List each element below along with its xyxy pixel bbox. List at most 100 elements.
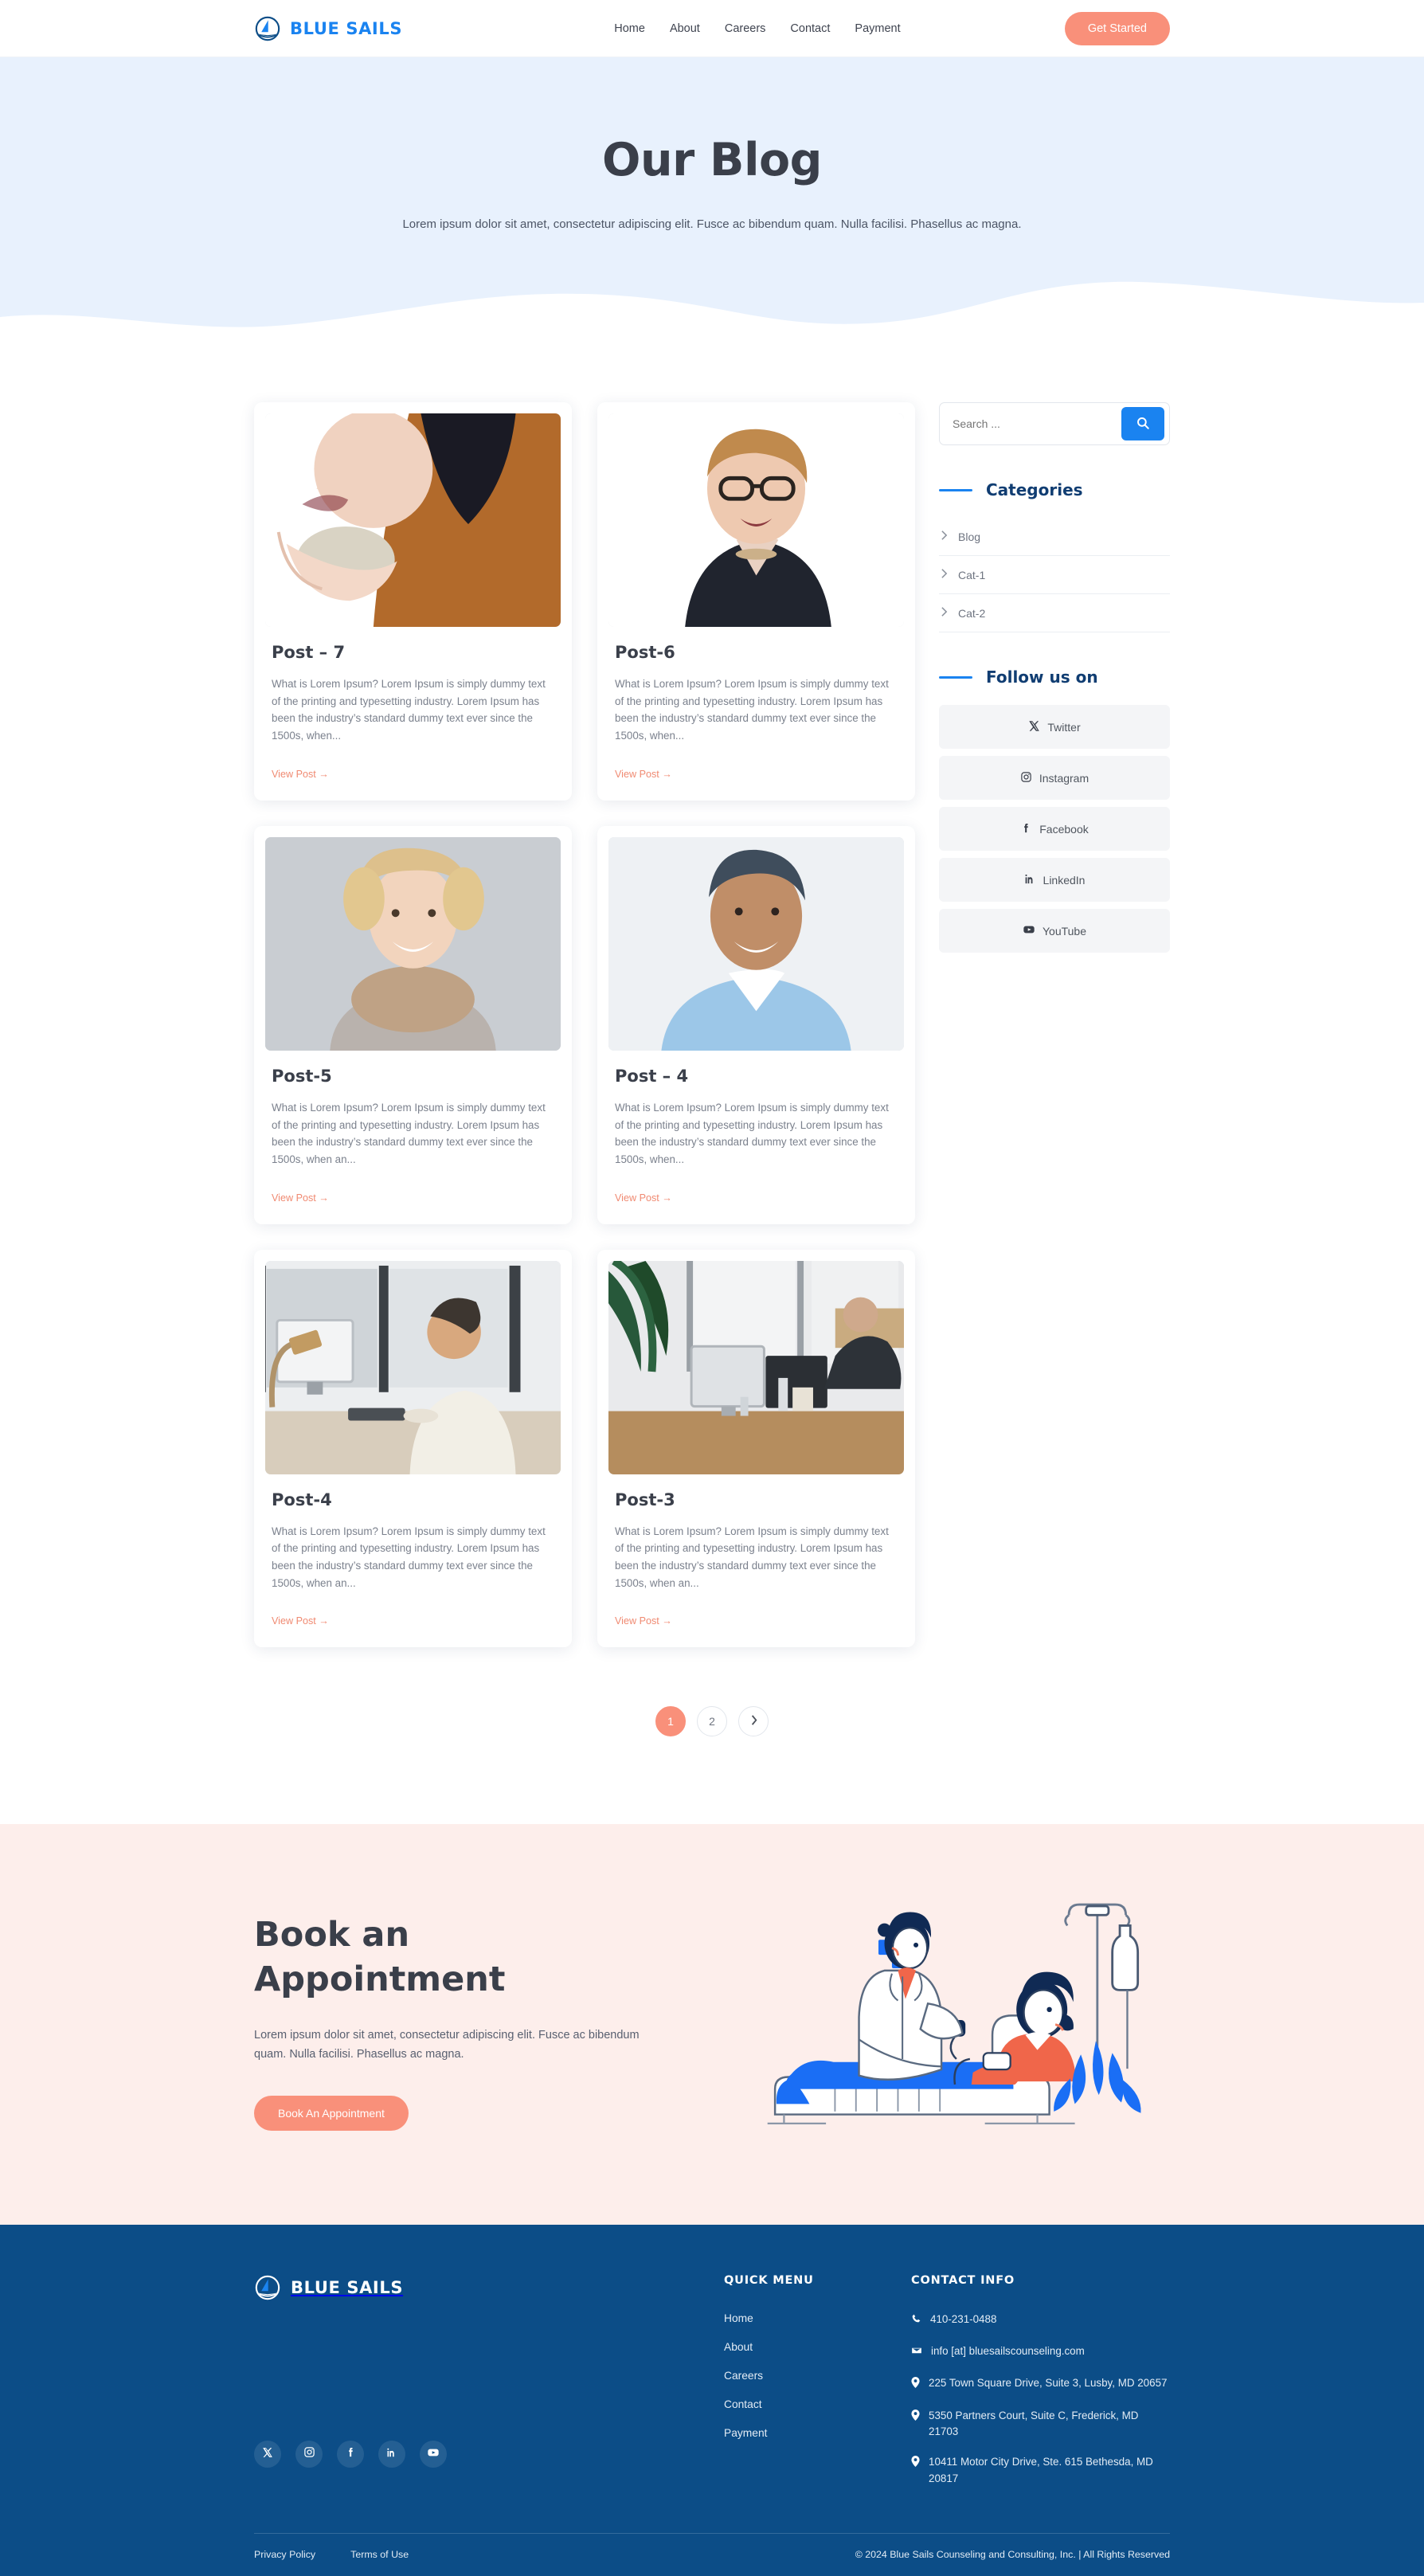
contact-address-3[interactable]: 10411 Motor City Drive, Ste. 615 Bethesd… xyxy=(911,2454,1170,2487)
contact-info-title: CONTACT INFO xyxy=(911,2274,1015,2288)
privacy-policy-link[interactable]: Privacy Policy xyxy=(254,2549,315,2560)
social-label: Instagram xyxy=(1039,771,1090,785)
x-twitter-icon xyxy=(262,2447,273,2462)
appointment-title: Book an Appointment xyxy=(254,1913,660,2002)
contact-address-1[interactable]: 225 Town Square Drive, Suite 3, Lusby, M… xyxy=(911,2375,1170,2393)
nav-item-careers[interactable]: Careers xyxy=(725,22,766,35)
facebook-icon xyxy=(1020,822,1032,836)
contact-address-2[interactable]: 5350 Partners Court, Suite C, Frederick,… xyxy=(911,2408,1170,2441)
sailboat-icon xyxy=(254,2274,281,2301)
brand-logo-link[interactable]: BLUE SAILS xyxy=(254,15,402,42)
footer-link-home[interactable]: Home xyxy=(724,2312,753,2324)
category-label: Cat-1 xyxy=(958,568,986,581)
categories-widget: Categories Blog Cat-1 Cat-2 xyxy=(939,480,1170,632)
pagination-next-button[interactable] xyxy=(738,1706,769,1737)
follow-us-title: Follow us on xyxy=(986,667,1098,687)
footer-contact-info: CONTACT INFO 410-231-0488 info [at] blue… xyxy=(911,2274,1170,2501)
post-title: Post-6 xyxy=(615,643,675,662)
terms-of-use-link[interactable]: Terms of Use xyxy=(350,2549,409,2560)
blog-post-card[interactable]: Post-5 What is Lorem Ipsum? Lorem Ipsum … xyxy=(254,825,572,1224)
post-excerpt: What is Lorem Ipsum? Lorem Ipsum is simp… xyxy=(272,678,546,742)
nav-item-home[interactable]: Home xyxy=(614,22,645,35)
social-label: Facebook xyxy=(1039,822,1089,836)
view-post-link[interactable]: View Post → xyxy=(615,1192,898,1204)
footer-social-twitter[interactable] xyxy=(254,2441,281,2468)
category-item-cat-2[interactable]: Cat-2 xyxy=(939,594,1170,632)
social-link-instagram[interactable]: Instagram xyxy=(939,756,1170,800)
social-link-youtube[interactable]: YouTube xyxy=(939,909,1170,953)
pagination-page-1[interactable]: 1 xyxy=(655,1706,686,1737)
footer-link-careers[interactable]: Careers xyxy=(724,2370,763,2382)
social-link-linkedin[interactable]: LinkedIn xyxy=(939,858,1170,902)
chevron-right-icon xyxy=(941,530,948,543)
appointment-section: Book an Appointment Lorem ipsum dolor si… xyxy=(0,1824,1424,2226)
view-post-link[interactable]: View Post → xyxy=(615,769,898,780)
social-link-facebook[interactable]: Facebook xyxy=(939,807,1170,851)
nav-item-payment[interactable]: Payment xyxy=(855,22,900,35)
footer-link-payment[interactable]: Payment xyxy=(724,2427,767,2439)
nav-item-contact[interactable]: Contact xyxy=(790,22,830,35)
category-label: Cat-2 xyxy=(958,606,986,620)
blog-post-card[interactable]: Post-4 What is Lorem Ipsum? Lorem Ipsum … xyxy=(254,1249,572,1648)
instagram-icon xyxy=(1020,771,1032,785)
nav-item-about[interactable]: About xyxy=(670,22,700,35)
post-thumbnail xyxy=(608,836,904,1051)
categories-title: Categories xyxy=(986,480,1083,499)
contact-email[interactable]: info [at] bluesailscounseling.com xyxy=(911,2343,1170,2361)
post-thumbnail xyxy=(265,836,561,1051)
post-title: Post – 4 xyxy=(615,1066,689,1086)
footer-social-linkedin[interactable] xyxy=(378,2441,405,2468)
footer-link-contact[interactable]: Contact xyxy=(724,2398,762,2410)
social-label: LinkedIn xyxy=(1043,873,1086,887)
category-item-blog[interactable]: Blog xyxy=(939,518,1170,556)
footer-social-instagram[interactable] xyxy=(295,2441,323,2468)
chevron-right-icon xyxy=(941,568,948,581)
accent-rule xyxy=(939,488,972,491)
post-excerpt: What is Lorem Ipsum? Lorem Ipsum is simp… xyxy=(272,1525,546,1589)
get-started-button[interactable]: Get Started xyxy=(1064,11,1170,45)
footer-bottom-bar: Privacy Policy Terms of Use © 2024 Blue … xyxy=(254,2533,1170,2576)
contact-phone-text: 410-231-0488 xyxy=(930,2313,997,2326)
appointment-text: Lorem ipsum dolor sit amet, consectetur … xyxy=(254,2029,640,2061)
hero-section: Our Blog Lorem ipsum dolor sit amet, con… xyxy=(0,57,1424,362)
search-button[interactable] xyxy=(1121,407,1164,440)
footer-social-links xyxy=(254,2441,724,2468)
phone-icon xyxy=(911,2312,921,2328)
page-subtitle: Lorem ipsum dolor sit amet, consectetur … xyxy=(402,217,1022,231)
chevron-right-icon xyxy=(941,606,948,620)
site-footer: BLUE SAILS QUICK MENU Home About Careers… xyxy=(0,2225,1424,2576)
appointment-illustration xyxy=(740,1893,1170,2151)
blog-post-card[interactable]: Post-6 What is Lorem Ipsum? Lorem Ipsum … xyxy=(597,402,915,801)
view-post-link[interactable]: View Post → xyxy=(272,1192,554,1204)
blog-post-card[interactable]: Post-3 What is Lorem Ipsum? Lorem Ipsum … xyxy=(597,1249,915,1648)
pagination-page-2[interactable]: 2 xyxy=(697,1706,727,1737)
blog-post-card[interactable]: Post – 4 What is Lorem Ipsum? Lorem Ipsu… xyxy=(597,825,915,1224)
book-appointment-button[interactable]: Book An Appointment xyxy=(254,2096,409,2132)
footer-brand-name: BLUE SAILS xyxy=(291,2278,404,2298)
footer-brand-link[interactable]: BLUE SAILS xyxy=(254,2274,724,2301)
contact-phone[interactable]: 410-231-0488 xyxy=(911,2312,1170,2328)
category-item-cat-1[interactable]: Cat-1 xyxy=(939,556,1170,594)
footer-social-youtube[interactable] xyxy=(420,2441,447,2468)
footer-social-facebook[interactable] xyxy=(337,2441,364,2468)
post-thumbnail xyxy=(265,1260,561,1474)
view-post-link[interactable]: View Post → xyxy=(615,1615,898,1627)
pagination: 1 2 xyxy=(0,1706,1424,1737)
envelope-icon xyxy=(911,2343,922,2361)
search-input[interactable] xyxy=(945,417,1121,430)
category-label: Blog xyxy=(958,530,981,543)
contact-address-text: 5350 Partners Court, Suite C, Frederick,… xyxy=(929,2409,1139,2437)
map-pin-icon xyxy=(911,2408,920,2425)
post-excerpt: What is Lorem Ipsum? Lorem Ipsum is simp… xyxy=(615,1525,889,1589)
view-post-link[interactable]: View Post → xyxy=(272,769,554,780)
post-title: Post-5 xyxy=(272,1066,332,1086)
social-label: Twitter xyxy=(1047,720,1081,734)
social-label: YouTube xyxy=(1042,924,1086,938)
footer-link-about[interactable]: About xyxy=(724,2341,753,2353)
post-excerpt: What is Lorem Ipsum? Lorem Ipsum is simp… xyxy=(615,1101,889,1165)
blog-post-card[interactable]: Post – 7 What is Lorem Ipsum? Lorem Ipsu… xyxy=(254,402,572,801)
page-title: Our Blog xyxy=(602,134,822,186)
social-link-twitter[interactable]: Twitter xyxy=(939,705,1170,749)
main-navigation: Home About Careers Contact Payment xyxy=(614,22,900,35)
view-post-link[interactable]: View Post → xyxy=(272,1615,554,1627)
